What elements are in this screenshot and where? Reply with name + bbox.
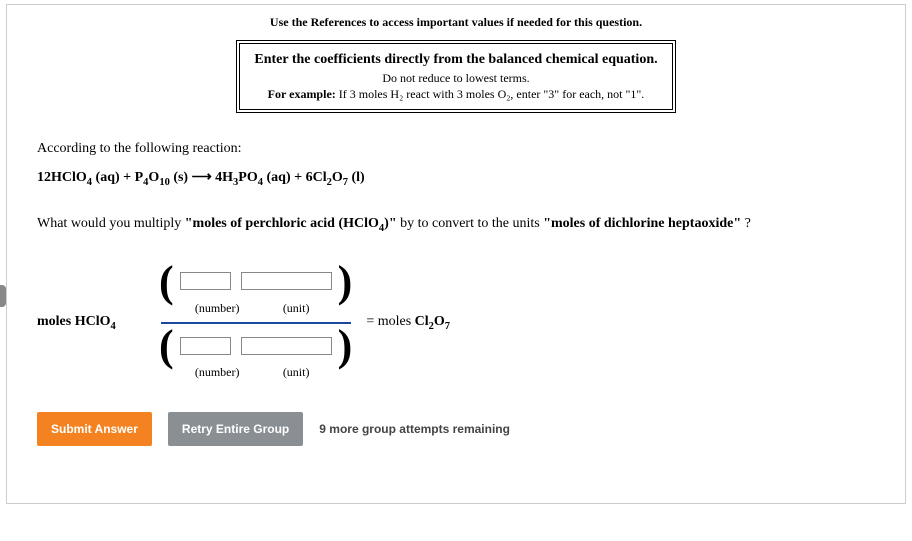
question-post: ? xyxy=(741,216,751,231)
button-row: Submit Answer Retry Entire Group 9 more … xyxy=(37,412,875,446)
hint-example-rest: If 3 moles H₂ react with 3 moles O₂, ent… xyxy=(336,87,645,101)
rhs-formula: Cl2O7 xyxy=(415,314,450,329)
question-text: What would you multiply "moles of perchl… xyxy=(37,216,875,234)
rhs-prefix: = moles xyxy=(366,314,414,329)
retry-group-button[interactable]: Retry Entire Group xyxy=(168,412,303,446)
numerator-unit-label: (unit) xyxy=(252,301,341,316)
denominator-row: ( ) xyxy=(157,328,354,363)
lhs-label: moles HClO4 xyxy=(37,314,157,332)
question-species-1: "moles of perchloric acid (HClO4)" xyxy=(185,216,397,231)
fraction-block: ( ) (number) (unit) ( ) xyxy=(157,264,354,382)
left-paren-icon: ( xyxy=(157,264,176,299)
right-paren-icon: ) xyxy=(336,264,355,299)
conversion-row: moles HClO4 ( ) (number) (unit) ( xyxy=(37,264,875,382)
hint-line-3: For example: If 3 moles H₂ react with 3 … xyxy=(254,86,657,103)
numerator-labels: (number) (unit) xyxy=(171,301,341,316)
left-paren-icon: ( xyxy=(157,328,176,363)
question-panel: Use the References to access important v… xyxy=(6,4,906,504)
question-mid: by to convert to the units xyxy=(397,216,544,231)
denominator-labels: (number) (unit) xyxy=(171,365,341,380)
intro-text: According to the following reaction: xyxy=(37,141,875,157)
question-pre: What would you multiply xyxy=(37,216,185,231)
rhs-label: = moles Cl2O7 xyxy=(366,314,450,332)
references-note: Use the References to access important v… xyxy=(37,15,875,30)
hint-box: Enter the coefficients directly from the… xyxy=(236,40,675,113)
numerator-unit-input[interactable] xyxy=(241,272,332,290)
submit-answer-button[interactable]: Submit Answer xyxy=(37,412,152,446)
chemical-equation: 12HClO4 (aq) + P4O10 (s) ⟶ 4H3PO4 (aq) +… xyxy=(37,169,875,188)
numerator-number-input[interactable] xyxy=(180,272,231,290)
denominator-unit-label: (unit) xyxy=(252,365,341,380)
denominator-number-input[interactable] xyxy=(180,337,231,355)
question-species-2: "moles of dichlorine heptaoxide" xyxy=(543,216,741,231)
attempts-remaining: 9 more group attempts remaining xyxy=(319,422,510,436)
prev-page-stub[interactable] xyxy=(0,285,6,307)
right-paren-icon: ) xyxy=(336,328,355,363)
fraction-bar xyxy=(161,322,351,324)
hint-line-1: Enter the coefficients directly from the… xyxy=(254,50,657,70)
hint-line-2: Do not reduce to lowest terms. xyxy=(254,70,657,87)
denominator-unit-input[interactable] xyxy=(241,337,332,355)
hint-example-prefix: For example: xyxy=(268,87,336,101)
numerator-number-label: (number) xyxy=(193,301,242,316)
denominator-number-label: (number) xyxy=(193,365,242,380)
numerator-row: ( ) xyxy=(157,264,354,299)
